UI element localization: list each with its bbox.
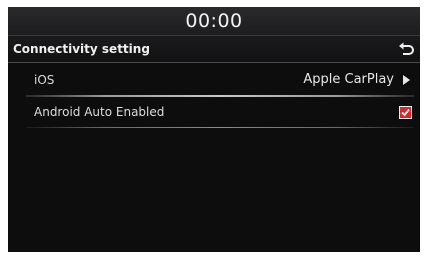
checkbox-checked-icon	[401, 108, 410, 117]
row-divider	[26, 127, 414, 128]
infotainment-screen: 00:00 Connectivity setting iOS Apple Car…	[8, 7, 420, 252]
page-title: Connectivity setting	[13, 42, 150, 56]
setting-label-ios: iOS	[34, 73, 55, 87]
status-bar: 00:00	[8, 7, 420, 36]
settings-list: iOS Apple CarPlay Android Auto Enabled	[26, 65, 414, 128]
setting-value-ios: Apple CarPlay	[303, 72, 394, 87]
setting-row-android-auto[interactable]: Android Auto Enabled	[26, 97, 414, 127]
header-bar: Connectivity setting	[8, 36, 420, 63]
clock: 00:00	[185, 10, 243, 32]
setting-label-android-auto: Android Auto Enabled	[34, 105, 165, 119]
setting-row-ios[interactable]: iOS Apple CarPlay	[26, 65, 414, 95]
display-bezel: 00:00 Connectivity setting iOS Apple Car…	[0, 0, 428, 259]
back-button[interactable]	[396, 40, 416, 58]
chevron-right-icon[interactable]	[403, 75, 410, 85]
back-return-icon	[399, 42, 414, 55]
android-auto-checkbox[interactable]	[399, 106, 412, 119]
